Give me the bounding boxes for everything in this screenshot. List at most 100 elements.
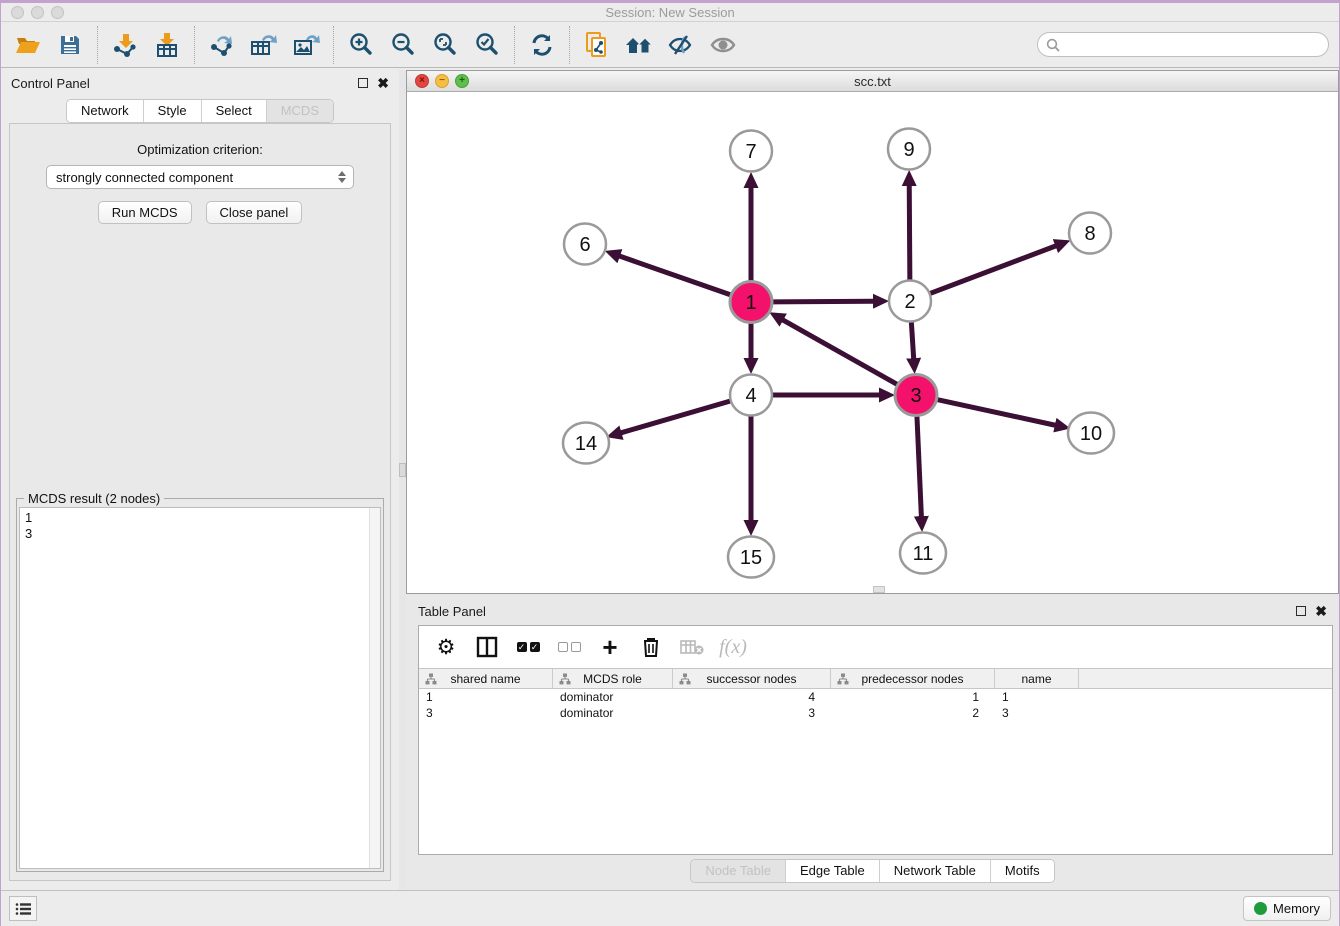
- tab-style[interactable]: Style: [143, 100, 201, 122]
- export-image-button[interactable]: [291, 29, 321, 61]
- graph-node-label: 10: [1080, 423, 1102, 445]
- show-panel-button[interactable]: [708, 29, 738, 61]
- result-scrollbar[interactable]: [369, 508, 380, 868]
- deselect-all-button[interactable]: [556, 634, 582, 660]
- clone-network-button[interactable]: [582, 29, 612, 61]
- graph-node-4[interactable]: 4: [730, 375, 772, 416]
- column-header-MCDS-role[interactable]: MCDS role: [553, 669, 673, 688]
- table-cell[interactable]: 1: [995, 690, 1079, 704]
- function-builder-button[interactable]: f(x): [720, 634, 746, 660]
- delete-table-icon: [680, 638, 704, 656]
- table-panel-close-icon[interactable]: ✖: [1315, 606, 1327, 616]
- frame-close-button[interactable]: ×: [415, 74, 429, 88]
- zoom-selected-button[interactable]: [472, 29, 502, 61]
- graph-edge-1-6[interactable]: [619, 256, 730, 295]
- graph-node-10[interactable]: 10: [1068, 413, 1114, 454]
- table-cell[interactable]: 3: [673, 706, 831, 720]
- table-cell[interactable]: 1: [831, 690, 995, 704]
- save-session-button[interactable]: [55, 29, 85, 61]
- tab-mcds[interactable]: MCDS: [266, 100, 333, 122]
- table-body: 1dominator4113dominator323: [419, 689, 1332, 721]
- zoom-fit-button[interactable]: [430, 29, 460, 61]
- table-row[interactable]: 1dominator411: [419, 689, 1332, 705]
- table-tabbar: Node TableEdge TableNetwork TableMotifs: [690, 859, 1054, 883]
- table-cell[interactable]: 1: [419, 690, 553, 704]
- graph-node-1[interactable]: 1: [730, 282, 772, 323]
- memory-button[interactable]: Memory: [1243, 896, 1331, 921]
- mcds-result-box[interactable]: 13: [19, 507, 381, 869]
- column-header-successor-nodes[interactable]: successor nodes: [673, 669, 831, 688]
- open-session-button[interactable]: [13, 29, 43, 61]
- graph-edge-4-14[interactable]: [621, 401, 730, 433]
- column-header-shared-name[interactable]: shared name: [419, 669, 553, 688]
- graph-edge-2-3[interactable]: [911, 322, 913, 358]
- graph-edge-2-9[interactable]: [909, 185, 910, 279]
- tab-network-table[interactable]: Network Table: [879, 860, 990, 882]
- frame-minimize-button[interactable]: −: [435, 74, 449, 88]
- search-box[interactable]: [1037, 32, 1329, 57]
- criterion-dropdown[interactable]: strongly connected component: [46, 165, 354, 189]
- hide-panel-button[interactable]: [666, 29, 696, 61]
- graph-edge-2-8[interactable]: [930, 246, 1056, 294]
- run-mcds-button[interactable]: Run MCDS: [98, 201, 192, 224]
- select-all-button[interactable]: ✓✓: [515, 634, 541, 660]
- graph-node-3[interactable]: 3: [895, 375, 937, 416]
- tab-edge-table[interactable]: Edge Table: [785, 860, 879, 882]
- table-cell[interactable]: 2: [831, 706, 995, 720]
- zoom-in-button[interactable]: [346, 29, 376, 61]
- import-table-button[interactable]: [152, 29, 182, 61]
- mcds-result-group: MCDS result (2 nodes) 13: [16, 498, 384, 872]
- trash-icon: [641, 636, 661, 658]
- column-header-predecessor-nodes[interactable]: predecessor nodes: [831, 669, 995, 688]
- tab-motifs[interactable]: Motifs: [990, 860, 1054, 882]
- apply-layout-button[interactable]: [527, 29, 557, 61]
- graph-node-7[interactable]: 7: [730, 131, 772, 172]
- show-columns-button[interactable]: [474, 634, 500, 660]
- table-cell[interactable]: dominator: [553, 706, 673, 720]
- network-canvas[interactable]: 7 9 6 8 1 2 4 3 14 10 15 11: [407, 93, 1338, 593]
- graph-node-11[interactable]: 11: [900, 533, 946, 574]
- control-panel-close-icon[interactable]: ✖: [377, 78, 389, 88]
- graph-node-15[interactable]: 15: [728, 537, 774, 578]
- add-column-button[interactable]: +: [597, 634, 623, 660]
- delete-column-button[interactable]: [638, 634, 664, 660]
- export-network-button[interactable]: [207, 29, 237, 61]
- graph-edge-3-10[interactable]: [937, 400, 1055, 426]
- table-cell[interactable]: 3: [419, 706, 553, 720]
- delete-table-button[interactable]: [679, 634, 705, 660]
- table-cell[interactable]: 3: [995, 706, 1079, 720]
- graph-node-6[interactable]: 6: [564, 224, 606, 265]
- task-history-button[interactable]: [9, 896, 37, 921]
- export-network-icon: [209, 32, 235, 58]
- panel-splitter[interactable]: [399, 70, 406, 890]
- graph-node-label: 1: [745, 292, 756, 314]
- table-cell[interactable]: 4: [673, 690, 831, 704]
- search-input[interactable]: [1064, 35, 1320, 55]
- close-panel-button[interactable]: Close panel: [206, 201, 303, 224]
- graph-node-9[interactable]: 9: [888, 129, 930, 170]
- graph-edge-1-2[interactable]: [772, 301, 873, 302]
- graph-node-14[interactable]: 14: [563, 423, 609, 464]
- import-network-button[interactable]: [110, 29, 140, 61]
- zoom-fit-icon: [432, 32, 458, 58]
- tab-select[interactable]: Select: [201, 100, 266, 122]
- splitter-handle[interactable]: [399, 463, 406, 477]
- frame-maximize-button[interactable]: +: [455, 74, 469, 88]
- show-all-networks-button[interactable]: [624, 29, 654, 61]
- column-header-name[interactable]: name: [995, 669, 1079, 688]
- tab-network[interactable]: Network: [67, 100, 143, 122]
- zoom-out-button[interactable]: [388, 29, 418, 61]
- export-table-button[interactable]: [249, 29, 279, 61]
- table-settings-button[interactable]: ⚙: [433, 634, 459, 660]
- tab-node-table[interactable]: Node Table: [691, 860, 785, 882]
- canvas-scroll-handle[interactable]: [873, 586, 885, 593]
- graph-edge-3-11[interactable]: [917, 416, 921, 516]
- graph-node-8[interactable]: 8: [1069, 213, 1111, 254]
- graph-edge-3-1[interactable]: [783, 320, 897, 385]
- graph-node-2[interactable]: 2: [889, 281, 931, 322]
- control-panel-float-icon[interactable]: [358, 78, 368, 88]
- table-row[interactable]: 3dominator323: [419, 705, 1332, 721]
- table-panel-float-icon[interactable]: [1296, 606, 1306, 616]
- dropdown-stepper-icon: [336, 166, 348, 188]
- table-cell[interactable]: dominator: [553, 690, 673, 704]
